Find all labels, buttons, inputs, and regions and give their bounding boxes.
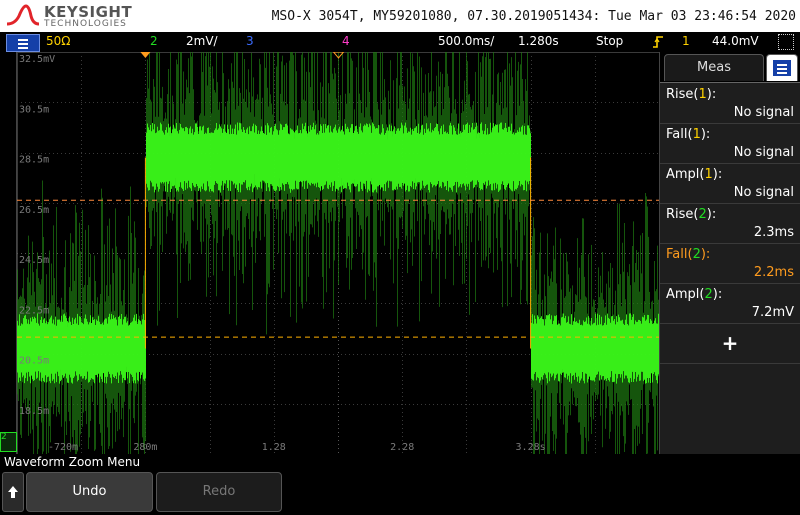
- x-axis-label: 280m: [133, 442, 157, 453]
- status-bar: 50Ω 2 2mV/ 3 4 500.0ms/ 1.280s Stop 1 44…: [0, 32, 800, 52]
- header-bar: KEYSIGHT TECHNOLOGIES MSO-X 3054T, MY592…: [0, 0, 800, 32]
- meas-value: No signal: [733, 145, 794, 160]
- time-delay[interactable]: 1.280s: [518, 34, 559, 48]
- brand-subtitle: TECHNOLOGIES: [44, 19, 127, 29]
- meas-value: No signal: [733, 185, 794, 200]
- instrument-info: MSO-X 3054T, MY59201080, 07.30.201905143…: [271, 9, 796, 24]
- left-gutter: [0, 52, 16, 454]
- ch3-number[interactable]: 3: [246, 34, 254, 48]
- panel-tabs: Meas: [660, 52, 800, 82]
- run-state[interactable]: Stop: [596, 34, 623, 48]
- impedance-indicator[interactable]: 50Ω: [46, 34, 70, 48]
- meas-channel: 2: [704, 287, 713, 302]
- ch4-number[interactable]: 4: [342, 34, 350, 48]
- meas-name: Rise: [666, 87, 694, 102]
- menu-line: [18, 43, 28, 45]
- tab-meas-label: Meas: [697, 60, 731, 75]
- trigger-source[interactable]: 1: [682, 34, 690, 48]
- x-axis-label: 3.28s: [516, 442, 546, 453]
- meas-channel: 1: [698, 87, 707, 102]
- meas-row-fall-1[interactable]: Fall(1): No signal: [660, 123, 800, 164]
- y-axis-label: 18.5m: [19, 406, 49, 417]
- tab-meas[interactable]: Meas: [664, 54, 764, 81]
- meas-label: Fall(1):: [666, 127, 711, 142]
- meas-name: Fall: [666, 127, 688, 142]
- ch2-marker-label: 2: [1, 432, 7, 442]
- measurement-list: Rise(1): No signal Fall(1): No signal Am…: [660, 82, 800, 455]
- meas-value: No signal: [733, 105, 794, 120]
- x-axis-label: -720m: [48, 442, 78, 453]
- meas-value: 2.3ms: [753, 225, 794, 240]
- ch2-ground-marker[interactable]: 2: [0, 432, 17, 452]
- meas-label: Fall(2):: [666, 247, 711, 262]
- y-axis-label: 28.5m: [19, 155, 49, 166]
- menu-line: [18, 39, 28, 41]
- meas-name: Ampl: [666, 167, 700, 182]
- y-axis-label: 22.5m: [19, 305, 49, 316]
- measurement-panel: Meas Rise(1): No signal Fall(1): No sign…: [660, 52, 800, 455]
- meas-row-rise-2[interactable]: Rise(2): 2.3ms: [660, 203, 800, 244]
- y-axis-label: 20.5m: [19, 356, 49, 367]
- redo-button[interactable]: Redo: [156, 472, 282, 512]
- tab-panel-menu[interactable]: [766, 54, 798, 81]
- meas-row-ampl-2[interactable]: Ampl(2): 7.2mV: [660, 283, 800, 324]
- keysight-logo: KEYSIGHT TECHNOLOGIES: [6, 2, 146, 30]
- meas-row-rise-1[interactable]: Rise(1): No signal: [660, 83, 800, 124]
- meas-name: Rise: [666, 207, 694, 222]
- softkey-menu-title: Waveform Zoom Menu: [4, 455, 141, 469]
- y-axis-label: 26.5m: [19, 205, 49, 216]
- arrow-up-icon: [8, 486, 18, 498]
- x-axis-label: 1.28: [262, 442, 286, 453]
- meas-label: Ampl(1):: [666, 167, 723, 182]
- y-axis-label: 32.5mV: [19, 54, 55, 65]
- waveform-canvas: 32.5mV 30.5m 28.5m 26.5m 24.5m 22.5m 20.5m 18.5…: [17, 52, 659, 454]
- meas-value: 2.2ms: [753, 265, 794, 280]
- panel-menu-icon: [773, 60, 791, 76]
- keysight-wave-icon: [6, 4, 40, 26]
- x-axis-label: 2.28: [390, 442, 414, 453]
- timebase-scale[interactable]: 500.0ms/: [438, 34, 494, 48]
- meas-label: Ampl(2):: [666, 287, 723, 302]
- undo-button[interactable]: Undo: [26, 472, 153, 512]
- meas-channel: 2: [698, 207, 707, 222]
- menu-line: [18, 47, 28, 49]
- meas-channel: 2: [692, 247, 701, 262]
- menu-up-button[interactable]: [2, 472, 24, 512]
- meas-name: Ampl: [666, 287, 700, 302]
- ch2-scale[interactable]: 2mV/: [186, 34, 218, 48]
- y-axis-label: 24.5m: [19, 255, 49, 266]
- meas-channel: 1: [692, 127, 701, 142]
- meas-row-ampl-1[interactable]: Ampl(1): No signal: [660, 163, 800, 204]
- softkey-bar: Waveform Zoom Menu Undo Redo: [0, 454, 800, 512]
- trigger-position-marker: [140, 52, 151, 58]
- ch2-number[interactable]: 2: [150, 34, 158, 48]
- waveform-display[interactable]: 32.5mV 30.5m 28.5m 26.5m 24.5m 22.5m 20.5m 18.5…: [16, 52, 660, 454]
- remote-lock-icon[interactable]: [778, 34, 794, 50]
- meas-name: Fall: [666, 247, 688, 262]
- meas-label: Rise(2):: [666, 207, 717, 222]
- meas-channel: 1: [704, 167, 713, 182]
- main-menu-button[interactable]: [6, 34, 40, 52]
- trigger-level[interactable]: 44.0mV: [712, 34, 759, 48]
- trigger-edge-icon[interactable]: [652, 35, 664, 49]
- y-axis-label: 30.5m: [19, 104, 49, 115]
- meas-value: 7.2mV: [751, 305, 794, 320]
- meas-row-fall-2[interactable]: Fall(2): 2.2ms: [660, 243, 800, 284]
- add-measurement-button[interactable]: +: [660, 323, 800, 364]
- meas-label: Rise(1):: [666, 87, 717, 102]
